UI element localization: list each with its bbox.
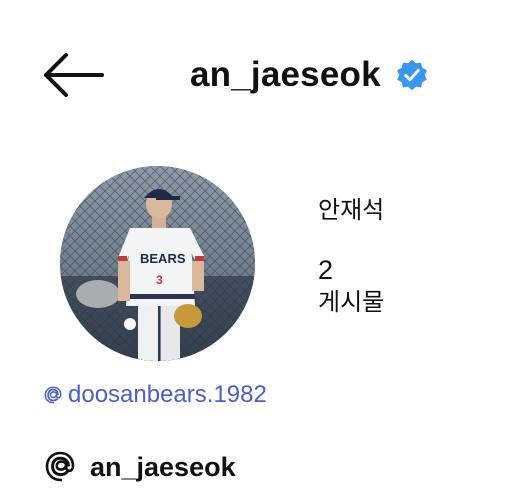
threads-profile-button[interactable]: an_jaeseok bbox=[42, 448, 236, 486]
threads-handle-link[interactable]: doosanbears.1982 bbox=[42, 381, 267, 409]
profile-photo: BEARS 3 bbox=[60, 166, 255, 361]
threads-username: an_jaeseok bbox=[90, 451, 236, 482]
verified-badge-icon bbox=[396, 59, 427, 91]
threads-at-icon bbox=[44, 386, 62, 404]
profile-info: 안재석 2 게시물 bbox=[318, 190, 384, 319]
threads-logo-icon bbox=[45, 451, 75, 482]
threads-handle-text: doosanbears.1982 bbox=[68, 381, 267, 408]
svg-text:BEARS: BEARS bbox=[140, 251, 186, 266]
full-name: 안재석 bbox=[318, 196, 385, 224]
arrow-left-icon bbox=[44, 53, 104, 97]
username-title: an_jaeseok bbox=[190, 55, 381, 94]
header-title: an_jaeseok bbox=[190, 50, 429, 100]
profile-page: an_jaeseok BEARS 3 안재석 2 게시물 doosanbears… bbox=[0, 0, 520, 493]
posts-label: 게시물 bbox=[318, 288, 385, 316]
profile-avatar[interactable]: BEARS 3 bbox=[60, 166, 255, 361]
back-button[interactable] bbox=[40, 50, 106, 100]
posts-count: 2 bbox=[318, 255, 334, 285]
svg-text:3: 3 bbox=[156, 273, 163, 287]
